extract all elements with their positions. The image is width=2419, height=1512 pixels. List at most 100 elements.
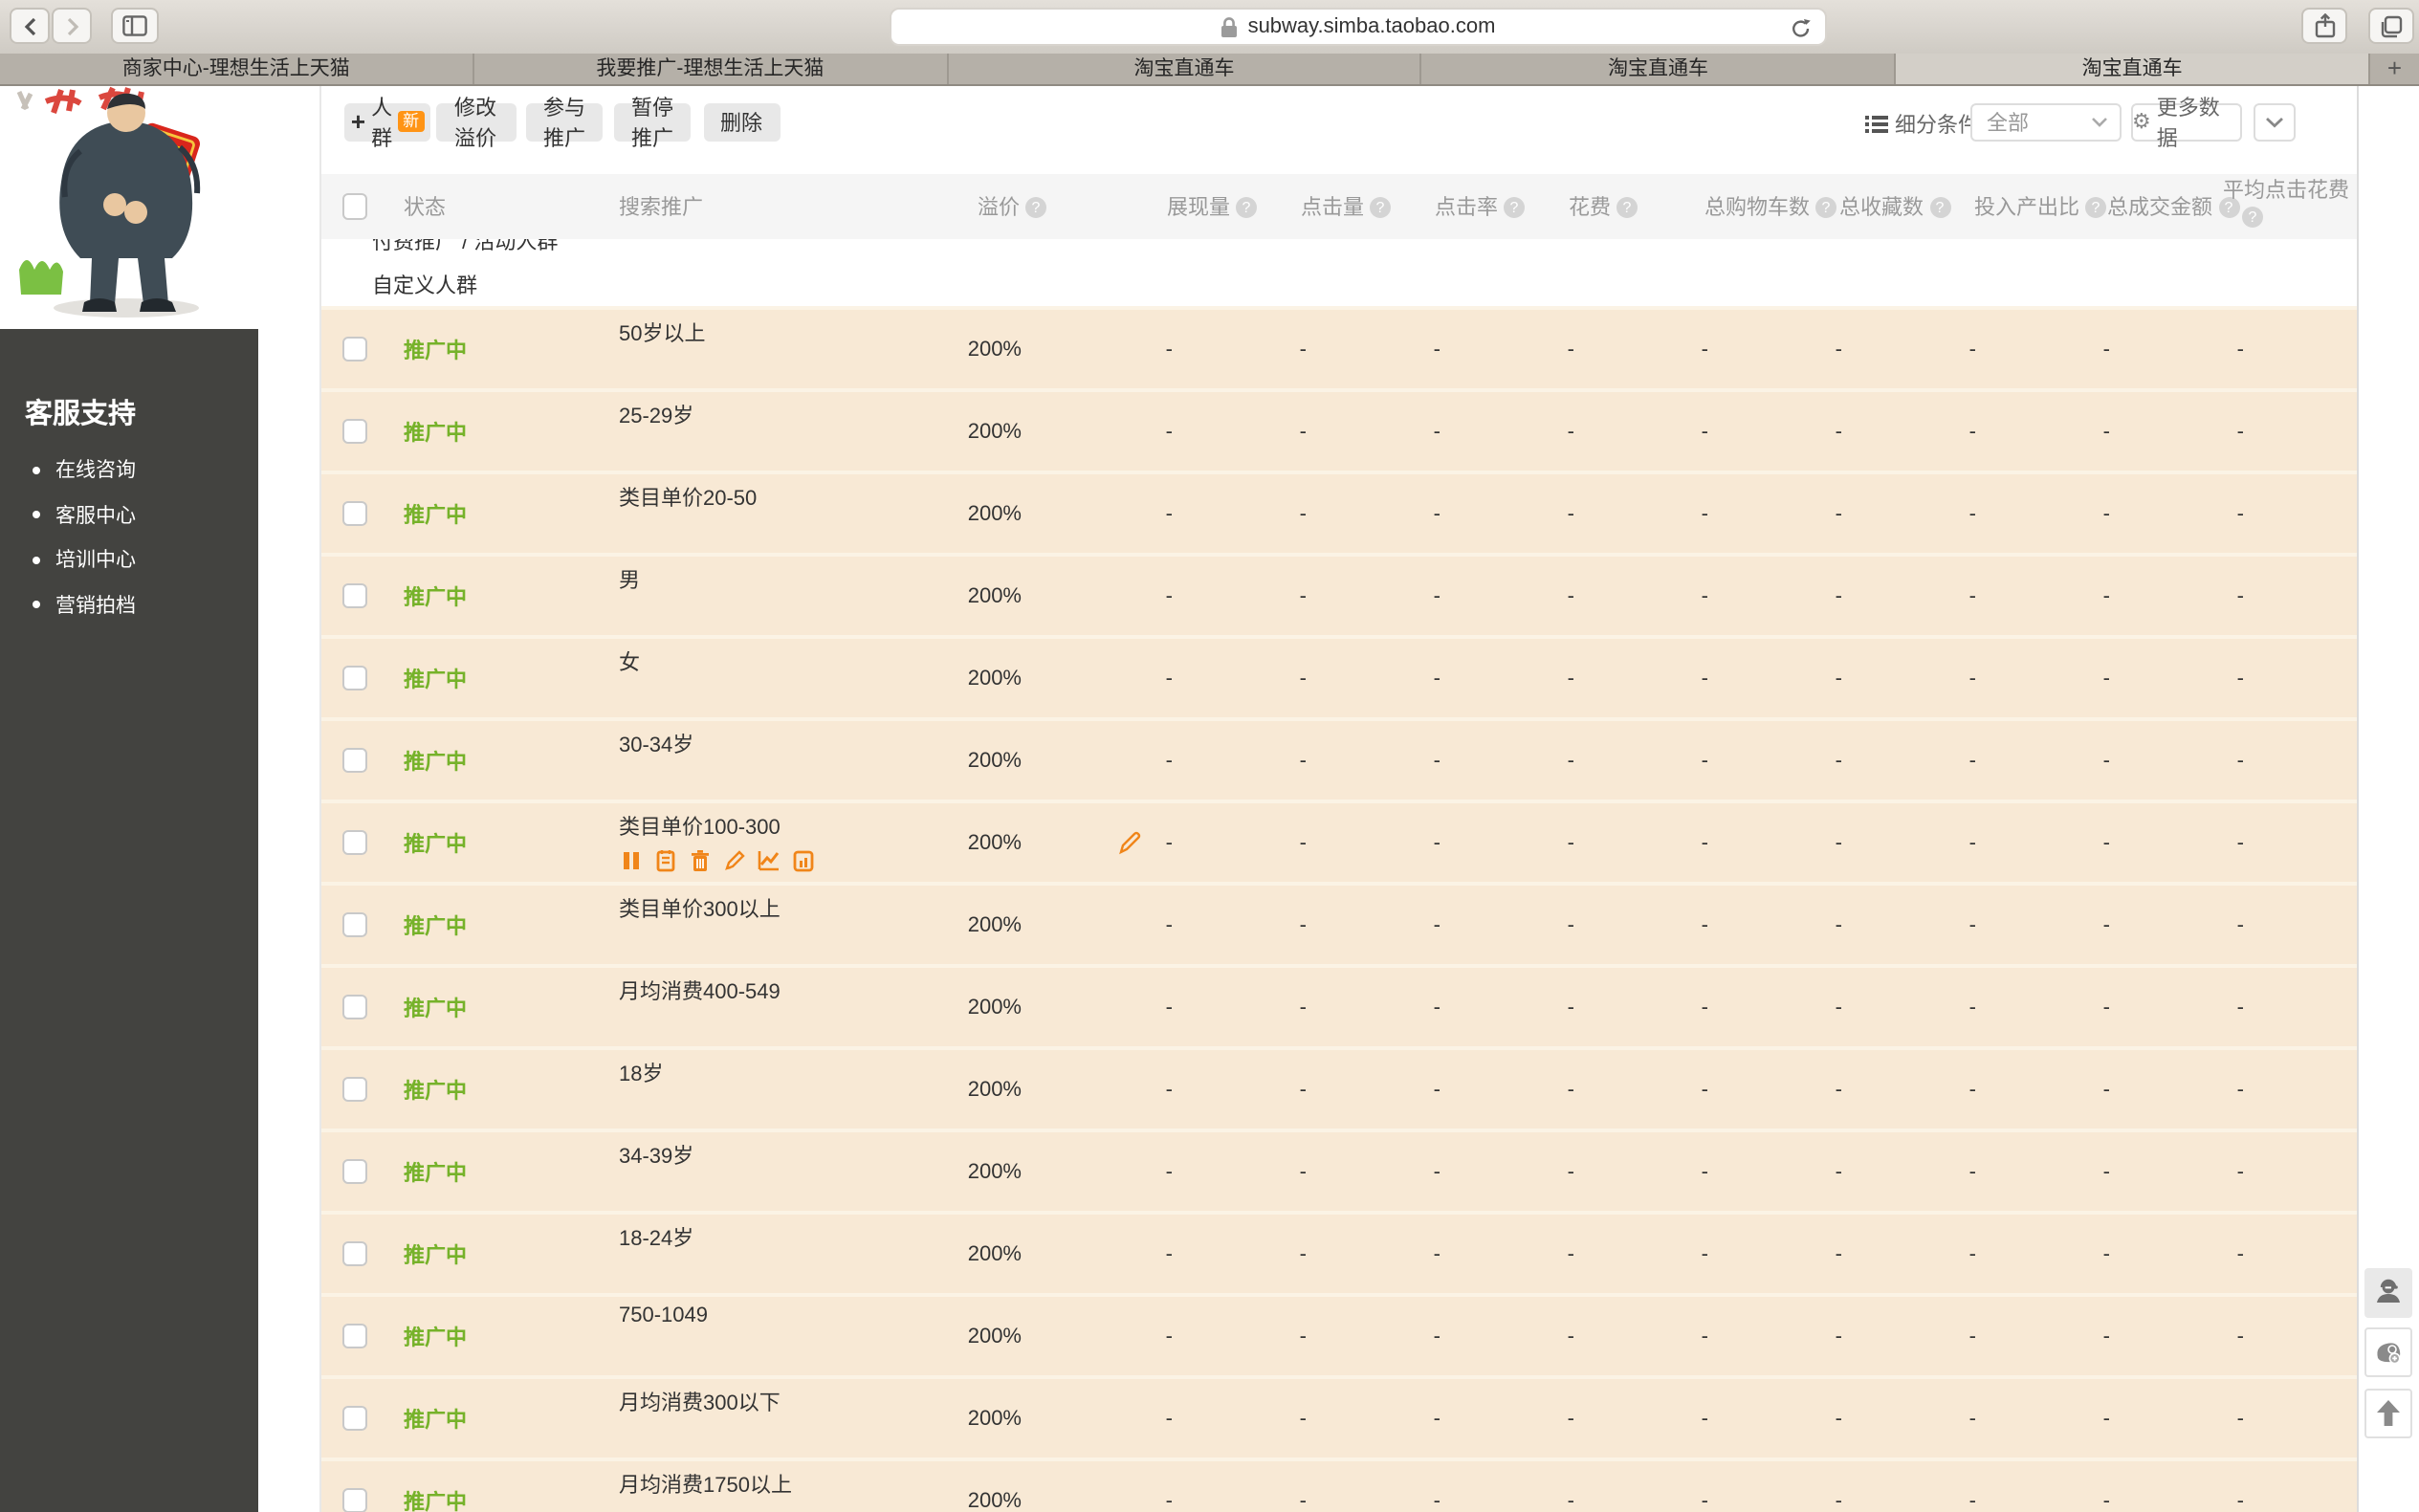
row-action-icons <box>619 846 814 881</box>
premium-value: 200% <box>863 1132 1022 1211</box>
row-checkbox[interactable] <box>341 418 367 444</box>
premium-value: 200% <box>863 886 1022 964</box>
metric-value: - <box>2110 1132 2244 1211</box>
row-checkbox[interactable] <box>341 1405 367 1431</box>
help-icon[interactable]: ? <box>1815 196 1836 217</box>
support-link-label: 营销拍档 <box>55 590 136 619</box>
tab-overview-button[interactable] <box>2368 8 2414 44</box>
metric-value: - <box>1173 968 1307 1046</box>
browser-tab-3[interactable]: 淘宝直通车 <box>1422 54 1897 83</box>
audience-name: 男 <box>619 563 640 594</box>
help-icon[interactable]: ? <box>1025 196 1046 217</box>
header-metric-7: 总成交金额? <box>2107 174 2239 239</box>
refresh-button[interactable] <box>1791 15 1812 50</box>
delete-button[interactable]: 删除 <box>703 102 780 141</box>
share-icon <box>2314 13 2335 38</box>
row-checkbox[interactable] <box>341 1323 367 1348</box>
share-button[interactable] <box>2301 8 2347 44</box>
data-doc-icon[interactable] <box>791 846 814 881</box>
row-checkbox[interactable] <box>341 829 367 855</box>
forward-icon <box>64 16 79 35</box>
metric-value: - <box>1440 886 1574 964</box>
support-link-2[interactable]: 培训中心 <box>33 545 258 574</box>
pause-icon[interactable] <box>619 846 642 881</box>
row-checkbox[interactable] <box>341 994 367 1019</box>
sidebar-toggle-button[interactable] <box>111 8 159 44</box>
metric-value: - <box>1574 1050 1708 1129</box>
support-link-3[interactable]: 营销拍档 <box>33 590 258 619</box>
select-all-checkbox[interactable] <box>341 193 367 219</box>
help-icon[interactable]: ? <box>2242 207 2263 228</box>
browser-tab-4[interactable]: 淘宝直通车 <box>1896 54 2370 83</box>
metric-value: - <box>2110 1461 2244 1512</box>
metric-value: - <box>1708 1379 1842 1457</box>
delete-icon[interactable] <box>688 846 711 881</box>
filter-select[interactable]: 全部 <box>1969 102 2121 141</box>
help-icon[interactable]: ? <box>2085 196 2106 217</box>
forward-button[interactable] <box>52 8 92 44</box>
collapse-toolbar-button[interactable] <box>2253 102 2295 141</box>
status-text: 推广中 <box>404 639 467 717</box>
url-bar[interactable]: subway.simba.taobao.com <box>890 8 1827 46</box>
report-icon[interactable] <box>653 846 676 881</box>
help-icon[interactable]: ? <box>1370 196 1391 217</box>
new-tab-button[interactable]: + <box>2370 54 2419 83</box>
metric-value: - <box>2110 803 2244 882</box>
metric-value: - <box>1307 1215 1440 1293</box>
customer-service-button[interactable] <box>2364 1267 2412 1317</box>
metric-value: - <box>1574 721 1708 800</box>
browser-tab-0[interactable]: 商家中心-理想生活上天猫 <box>0 54 474 83</box>
metric-value: - <box>1976 1461 2110 1512</box>
row-checkbox[interactable] <box>341 747 367 773</box>
row-checkbox[interactable] <box>341 336 367 362</box>
audience-name: 34-39岁 <box>619 1139 693 1170</box>
support-link-1[interactable]: 客服中心 <box>33 500 258 529</box>
refresh-icon <box>1791 17 1812 40</box>
browser-tab-1[interactable]: 我要推广-理想生活上天猫 <box>474 54 949 83</box>
metric-value: - <box>2110 474 2244 553</box>
row-checkbox[interactable] <box>341 500 367 526</box>
edit-icon[interactable] <box>722 846 745 881</box>
help-icon[interactable]: ? <box>1929 196 1950 217</box>
audience-name: 月均消费1750以上 <box>619 1468 792 1499</box>
back-button[interactable] <box>10 8 50 44</box>
more-data-button[interactable]: ⚙ 更多数据 <box>2130 102 2241 141</box>
metric-value: - <box>1976 803 2110 882</box>
row-checkbox[interactable] <box>341 1158 367 1184</box>
help-icon[interactable]: ? <box>1616 196 1638 217</box>
metric-value: - <box>1842 557 1976 635</box>
table-row: 推广中男200%--------- <box>320 553 2357 635</box>
metric-value: - <box>1976 1132 2110 1211</box>
back-to-top-button[interactable] <box>2364 1389 2412 1437</box>
edit-premium-button[interactable]: 修改溢价 <box>435 102 516 141</box>
assistant-button[interactable] <box>2364 1327 2412 1377</box>
row-checkbox[interactable] <box>341 1240 367 1266</box>
metric-value: - <box>1708 1297 1842 1375</box>
row-checkbox[interactable] <box>341 665 367 690</box>
metric-value: - <box>1574 639 1708 717</box>
header-premium: 溢价? <box>978 174 1046 239</box>
table-row: 推广中月均消费400-549200%--------- <box>320 964 2357 1046</box>
browser-tab-2[interactable]: 淘宝直通车 <box>948 54 1422 83</box>
join-promotion-button[interactable]: 参与推广 <box>526 102 603 141</box>
row-checkbox[interactable] <box>341 911 367 937</box>
row-checkbox[interactable] <box>341 1487 367 1512</box>
metric-value: - <box>1842 968 1976 1046</box>
row-checkbox[interactable] <box>341 1076 367 1102</box>
support-link-label: 客服中心 <box>55 500 136 529</box>
tab-title: 商家中心-理想生活上天猫 <box>122 55 350 83</box>
metric-value: - <box>1440 968 1574 1046</box>
trend-icon[interactable] <box>757 846 780 881</box>
help-icon[interactable]: ? <box>1236 196 1257 217</box>
help-icon[interactable]: ? <box>1504 196 1525 217</box>
group-label: 付费推广 / 活动人群 <box>372 239 558 255</box>
pause-promotion-button[interactable]: 暂停推广 <box>614 102 691 141</box>
support-link-0[interactable]: 在线咨询 <box>33 455 258 484</box>
add-audience-button[interactable]: + 人群 新 <box>344 102 430 141</box>
metric-value: - <box>1574 1132 1708 1211</box>
row-checkbox[interactable] <box>341 582 367 608</box>
tab-title: 淘宝直通车 <box>1133 55 1234 83</box>
arrow-up-icon <box>2376 1400 2401 1427</box>
edit-premium-pencil-icon[interactable] <box>1116 803 1141 882</box>
table-row: 推广中类目单价20-50200%--------- <box>320 471 2357 553</box>
